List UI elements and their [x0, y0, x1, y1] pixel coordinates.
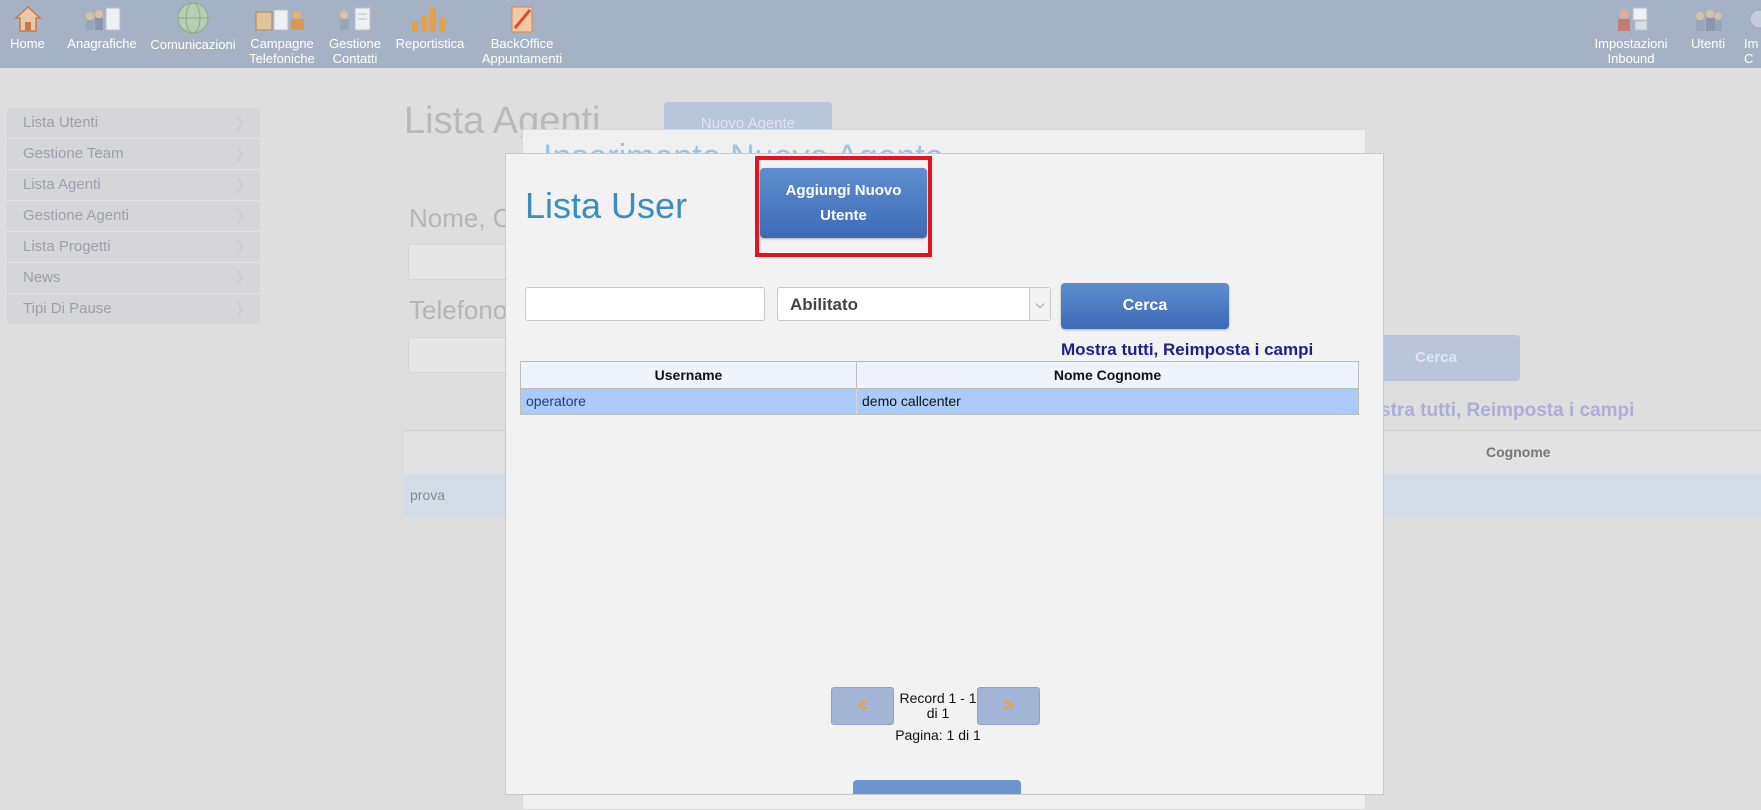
- reset-links: Mostra tutti, Reimposta i campi: [1061, 340, 1313, 360]
- sidebar-item-label: Lista Utenti: [23, 114, 99, 131]
- nav-campagne-label: Campagne Telefoniche: [249, 36, 315, 66]
- top-navigation-bar: Home Anagrafiche Comunicazioni Campagne …: [0, 0, 1761, 68]
- sidebar: Lista Utenti ❯ Gestione Team ❯ Lista Agent…: [7, 108, 260, 324]
- users-table: Username Nome Cognome operatore demo cal…: [520, 361, 1359, 415]
- cell-username[interactable]: operatore: [521, 389, 857, 414]
- sidebar-item-lista-agenti[interactable]: Lista Agenti ❯: [7, 170, 260, 201]
- nav-home-label: Home: [10, 36, 45, 51]
- bar-chart-icon: [412, 8, 445, 32]
- nav-comunicazioni-label: Comunicazioni: [150, 37, 236, 52]
- chevron-right-icon: ❯: [233, 238, 246, 255]
- prev-page-button[interactable]: <: [831, 687, 894, 725]
- bg-row-value: prova: [410, 487, 446, 503]
- nav-reportistica-label: Reportistica: [395, 36, 465, 51]
- nav-impostazioni-inbound[interactable]: Impostazioni Inbound: [1588, 2, 1674, 66]
- nav-impostazioni-inbound-label: Impostazioni Inbound: [1594, 36, 1668, 66]
- nav-gestione-contatti-label: Gestione Contatti: [328, 36, 382, 66]
- next-page-button[interactable]: >: [977, 687, 1040, 725]
- bg-col-cognome: Cognome: [1486, 444, 1551, 460]
- telefono-label: Telefono: [409, 295, 508, 325]
- nav-anagrafiche[interactable]: Anagrafiche: [62, 2, 142, 51]
- nav-gestione-contatti[interactable]: Gestione Contatti: [326, 2, 384, 66]
- lista-user-modal: Lista User Aggiungi Nuovo Utente Abilita…: [505, 153, 1384, 795]
- chevron-right-icon: ❯: [233, 176, 246, 193]
- inbound-settings-icon: [1618, 7, 1648, 31]
- chevron-down-icon[interactable]: ⌵: [1029, 288, 1050, 320]
- sidebar-item-gestione-team[interactable]: Gestione Team ❯: [7, 139, 260, 170]
- nav-home[interactable]: Home: [6, 2, 49, 51]
- nav-anagrafiche-label: Anagrafiche: [67, 36, 137, 51]
- bg-reset-links[interactable]: stra tutti, Reimposta i campi: [1380, 400, 1634, 422]
- chevron-right-icon: ❯: [233, 269, 246, 286]
- col-username[interactable]: Username: [521, 362, 857, 388]
- mostra-tutti-link[interactable]: Mostra tutti,: [1061, 340, 1158, 359]
- col-nome-cognome[interactable]: Nome Cognome: [857, 362, 1358, 388]
- chevron-right-icon: ❯: [233, 207, 246, 224]
- table-row[interactable]: operatore demo callcenter: [521, 389, 1358, 414]
- sidebar-item-label: Gestione Agenti: [23, 207, 129, 224]
- nav-utenti-label: Utenti: [1691, 36, 1725, 51]
- contacts-icon: [340, 7, 371, 31]
- bottom-button[interactable]: [853, 780, 1021, 794]
- sidebar-item-lista-progetti[interactable]: Lista Progetti ❯: [7, 232, 260, 263]
- nav-impostazioni-cut-label: Im C: [1744, 36, 1759, 66]
- sidebar-item-tipi-di-pause[interactable]: Tipi Di Pause ❯: [7, 294, 260, 324]
- status-select-value: Abilitato: [790, 295, 858, 314]
- nav-backoffice-label: BackOffice Appuntamenti: [481, 36, 563, 66]
- reimposta-link[interactable]: Reimposta i campi: [1163, 340, 1313, 359]
- chevron-right-icon: ❯: [233, 300, 246, 317]
- sidebar-item-label: Lista Agenti: [23, 176, 101, 193]
- cell-nome-cognome: demo callcenter: [862, 393, 961, 409]
- users-icon: [1696, 10, 1722, 31]
- notepad-icon: [511, 6, 533, 33]
- chevron-right-icon: ❯: [233, 145, 246, 162]
- table-header: Username Nome Cognome: [521, 362, 1358, 389]
- sidebar-item-news[interactable]: News ❯: [7, 263, 260, 294]
- sidebar-item-gestione-agenti[interactable]: Gestione Agenti ❯: [7, 201, 260, 232]
- sidebar-item-label: Tipi Di Pause: [23, 300, 112, 317]
- modal-title: Lista User: [525, 185, 688, 226]
- home-icon: [13, 5, 42, 32]
- sidebar-item-label: News: [23, 269, 61, 286]
- people-document-icon: [86, 7, 121, 31]
- globe-icon: [177, 2, 209, 34]
- nav-campagne[interactable]: Campagne Telefoniche: [246, 2, 318, 66]
- chevron-right-icon: ❯: [233, 114, 246, 131]
- settings-icon: [1749, 9, 1761, 29]
- nav-backoffice[interactable]: BackOffice Appuntamenti: [474, 2, 570, 66]
- search-input[interactable]: [525, 287, 765, 321]
- sidebar-item-label: Gestione Team: [23, 145, 124, 162]
- nav-utenti[interactable]: Utenti: [1684, 2, 1732, 51]
- campaign-icon: [255, 9, 304, 31]
- sidebar-item-label: Lista Progetti: [23, 238, 111, 255]
- page-count: Pagina: 1 di 1: [895, 727, 981, 743]
- nav-reportistica[interactable]: Reportistica: [391, 2, 469, 51]
- status-select[interactable]: Abilitato ⌵: [777, 287, 1051, 321]
- nome-label: Nome, C: [409, 203, 512, 233]
- cerca-button[interactable]: Cerca: [1061, 283, 1229, 329]
- record-count: Record 1 - 1 di 1: [899, 690, 977, 721]
- nav-comunicazioni[interactable]: Comunicazioni: [146, 2, 240, 52]
- sidebar-item-lista-utenti[interactable]: Lista Utenti ❯: [7, 108, 260, 139]
- nav-impostazioni-cut[interactable]: Im C: [1740, 2, 1761, 66]
- highlight-box: [755, 156, 932, 257]
